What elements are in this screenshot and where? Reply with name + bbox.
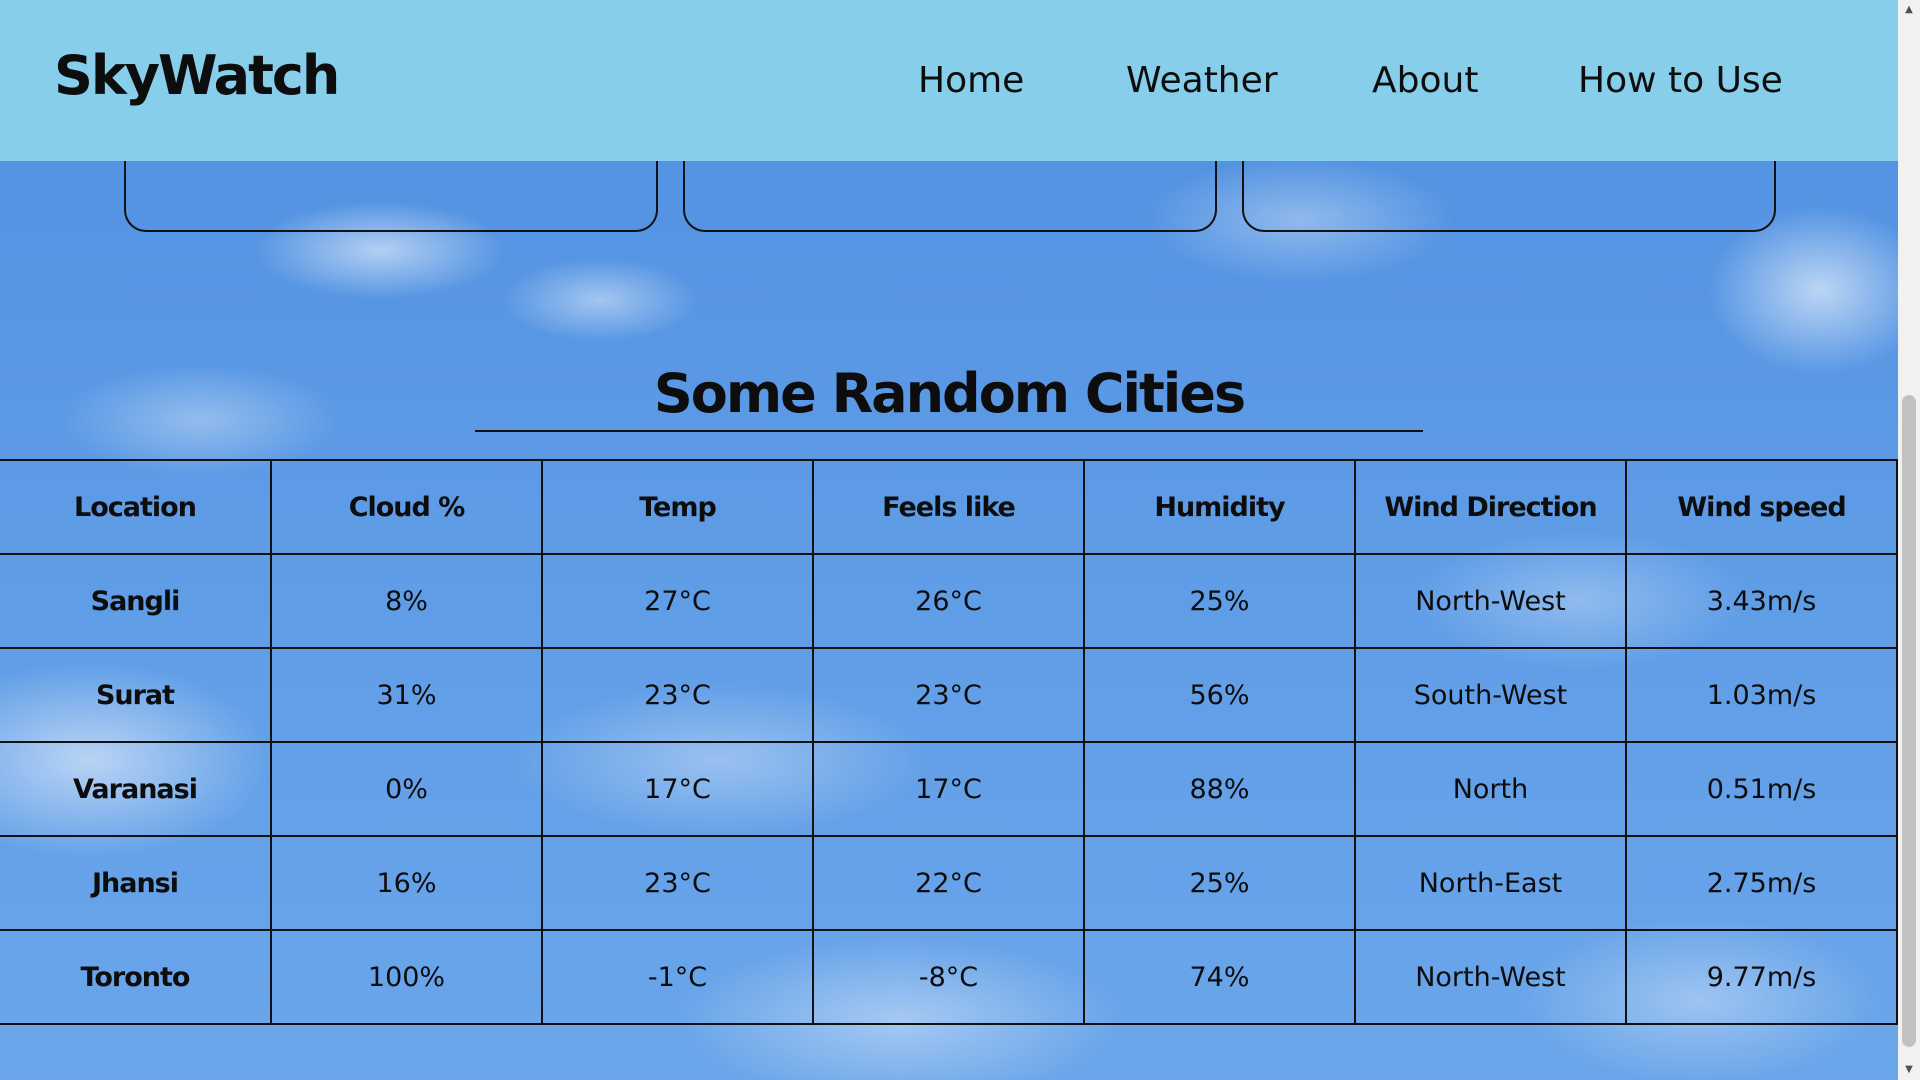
- nav-link-weather[interactable]: Weather: [1126, 60, 1278, 101]
- table-row: Sangli 8% 27°C 26°C 25% North-West 3.43m…: [0, 553, 1898, 649]
- cell-wind-speed: 3.43m/s: [1625, 553, 1898, 649]
- cell-cloud: 100%: [270, 929, 543, 1025]
- header-temp: Temp: [541, 459, 814, 555]
- cell-feels-like: 26°C: [812, 553, 1085, 649]
- cell-location: Surat: [0, 647, 272, 743]
- cell-location: Toronto: [0, 929, 272, 1025]
- nav-link-about[interactable]: About: [1372, 60, 1478, 101]
- page-scrollbar[interactable]: ▲ ▼: [1898, 0, 1920, 1080]
- cell-humidity: 56%: [1083, 647, 1356, 743]
- table-row: Jhansi 16% 23°C 22°C 25% North-East 2.75…: [0, 835, 1898, 931]
- cell-wind-direction: North: [1354, 741, 1627, 837]
- cell-temp: -1°C: [541, 929, 814, 1025]
- cell-temp: 23°C: [541, 647, 814, 743]
- navbar: SkyWatch Home Weather About How to Use: [0, 0, 1898, 161]
- triangle-down-icon[interactable]: ▼: [1898, 1062, 1920, 1078]
- cell-wind-direction: North-West: [1354, 553, 1627, 649]
- header-cloud: Cloud %: [270, 459, 543, 555]
- cell-feels-like: 23°C: [812, 647, 1085, 743]
- table-header-row: Location Cloud % Temp Feels like Humidit…: [0, 459, 1898, 555]
- cell-temp: 17°C: [541, 741, 814, 837]
- cell-wind-direction: North-East: [1354, 835, 1627, 931]
- cell-feels-like: 22°C: [812, 835, 1085, 931]
- table-row: Toronto 100% -1°C -8°C 74% North-West 9.…: [0, 929, 1898, 1025]
- table-row: Surat 31% 23°C 23°C 56% South-West 1.03m…: [0, 647, 1898, 743]
- cell-humidity: 25%: [1083, 835, 1356, 931]
- cell-location: Jhansi: [0, 835, 272, 931]
- cell-humidity: 25%: [1083, 553, 1356, 649]
- cell-cloud: 0%: [270, 741, 543, 837]
- nav-link-how-to-use[interactable]: How to Use: [1578, 60, 1783, 101]
- header-location: Location: [0, 459, 272, 555]
- triangle-up-icon[interactable]: ▲: [1898, 2, 1920, 18]
- cell-location: Varanasi: [0, 741, 272, 837]
- header-wind-direction: Wind Direction: [1354, 459, 1627, 555]
- cell-wind-speed: 2.75m/s: [1625, 835, 1898, 931]
- cell-temp: 23°C: [541, 835, 814, 931]
- brand-logo[interactable]: SkyWatch: [54, 44, 340, 107]
- cell-cloud: 31%: [270, 647, 543, 743]
- cell-feels-like: -8°C: [812, 929, 1085, 1025]
- header-wind-speed: Wind speed: [1625, 459, 1898, 555]
- nav-link-home[interactable]: Home: [918, 60, 1024, 101]
- cell-wind-direction: North-West: [1354, 929, 1627, 1025]
- section-title: Some Random Cities: [653, 362, 1246, 425]
- cell-wind-speed: 1.03m/s: [1625, 647, 1898, 743]
- cities-table: Location Cloud % Temp Feels like Humidit…: [0, 459, 1898, 1025]
- cell-cloud: 16%: [270, 835, 543, 931]
- cell-humidity: 74%: [1083, 929, 1356, 1025]
- cell-wind-speed: 0.51m/s: [1625, 741, 1898, 837]
- cell-feels-like: 17°C: [812, 741, 1085, 837]
- table-row: Varanasi 0% 17°C 17°C 88% North 0.51m/s: [0, 741, 1898, 837]
- title-underline: [475, 430, 1423, 432]
- cell-wind-speed: 9.77m/s: [1625, 929, 1898, 1025]
- cell-wind-direction: South-West: [1354, 647, 1627, 743]
- cell-temp: 27°C: [541, 553, 814, 649]
- cell-cloud: 8%: [270, 553, 543, 649]
- scrollbar-thumb[interactable]: [1902, 395, 1916, 1047]
- header-humidity: Humidity: [1083, 459, 1356, 555]
- cell-location: Sangli: [0, 553, 272, 649]
- cell-humidity: 88%: [1083, 741, 1356, 837]
- header-feels-like: Feels like: [812, 459, 1085, 555]
